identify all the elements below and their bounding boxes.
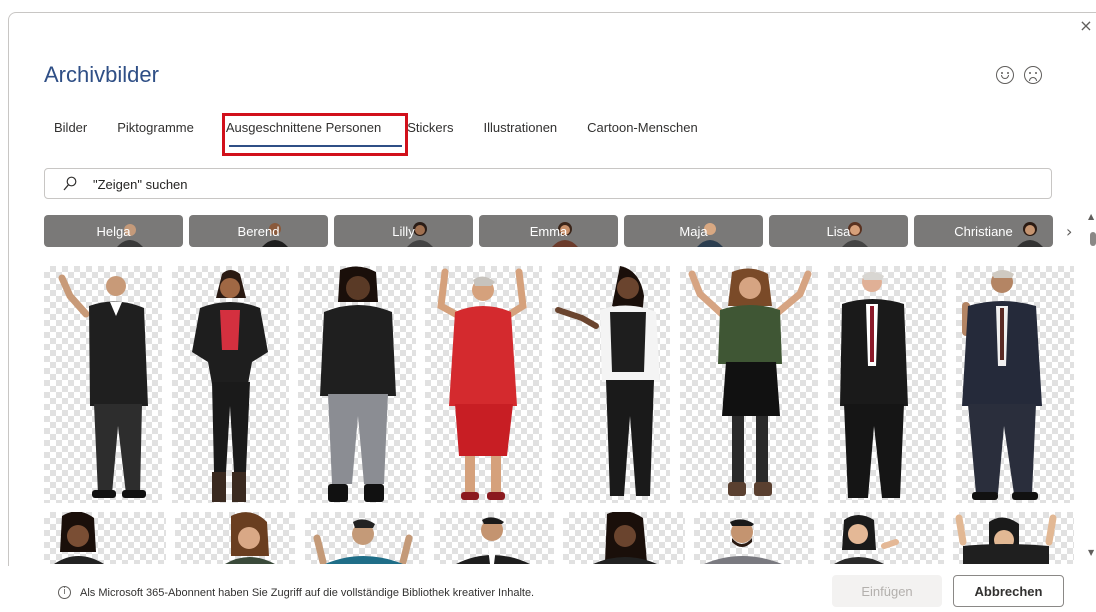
scroll-down-arrow[interactable]: ▼ [1088, 548, 1094, 557]
person-filter-chips: Helga Berend Lilly Emma Maja Lisa Christ… [44, 215, 1053, 247]
scrollbar-thumb[interactable] [1090, 232, 1096, 246]
search-icon [63, 176, 77, 191]
chip-label: Helga [96, 224, 131, 239]
image-tile[interactable] [828, 266, 946, 503]
image-tile[interactable] [956, 266, 1074, 503]
active-tab-underline [229, 145, 402, 147]
tab-cartoon-menschen[interactable]: Cartoon-Menschen [587, 120, 698, 135]
image-tile[interactable] [425, 266, 542, 503]
chip-emma[interactable]: Emma [479, 215, 618, 247]
chip-label: Berend [237, 224, 280, 239]
chip-label: Christiane [954, 224, 1013, 239]
category-tabs: Bilder Piktogramme Ausgeschnittene Perso… [54, 120, 728, 135]
image-tile[interactable] [298, 266, 416, 503]
chip-helga[interactable]: Helga [44, 215, 183, 247]
chevron-right-icon[interactable]: › [1066, 222, 1078, 241]
image-tile[interactable] [305, 512, 424, 564]
insert-button[interactable]: Einfügen [832, 575, 942, 607]
search-box [44, 168, 1052, 199]
image-tile[interactable] [434, 512, 554, 564]
dialog-title: Archivbilder [44, 62, 159, 87]
image-tile[interactable] [953, 512, 1074, 564]
smile-icon[interactable] [996, 66, 1014, 84]
subscriber-notice: Als Microsoft 365-Abonnent haben Sie Zug… [80, 587, 535, 599]
chip-berend[interactable]: Berend [189, 215, 328, 247]
tab-bilder[interactable]: Bilder [54, 120, 87, 135]
image-tile[interactable] [824, 512, 944, 564]
image-tile[interactable] [44, 512, 166, 564]
tab-illustrationen[interactable]: Illustrationen [483, 120, 557, 135]
close-icon[interactable]: × [1078, 18, 1094, 34]
chip-lisa[interactable]: Lisa [769, 215, 908, 247]
chip-label: Emma [529, 224, 568, 239]
cancel-button[interactable]: Abbrechen [953, 575, 1064, 607]
scroll-up-arrow[interactable]: ▲ [1088, 212, 1094, 221]
chip-label: Lilly [392, 224, 415, 239]
tab-ausgeschnittene-personen[interactable]: Ausgeschnittene Personen [226, 120, 381, 135]
tab-stickers[interactable]: Stickers [407, 120, 453, 135]
chip-label: Maja [679, 224, 708, 239]
image-tile[interactable] [694, 512, 814, 564]
chip-label: Lisa [826, 224, 851, 239]
info-icon: i [58, 586, 71, 599]
frown-icon[interactable] [1024, 66, 1042, 84]
image-tile[interactable] [175, 512, 295, 564]
image-tile[interactable] [44, 266, 162, 503]
tab-piktogramme[interactable]: Piktogramme [117, 120, 194, 135]
feedback-group [996, 66, 1042, 84]
chip-maja[interactable]: Maja [624, 215, 763, 247]
image-tile[interactable] [680, 266, 818, 503]
image-tile[interactable] [172, 266, 289, 503]
image-tile[interactable] [563, 512, 685, 564]
image-tile[interactable] [552, 266, 670, 503]
chip-lilly[interactable]: Lilly [334, 215, 473, 247]
chip-christiane[interactable]: Christiane [914, 215, 1053, 247]
search-input[interactable] [93, 173, 993, 195]
